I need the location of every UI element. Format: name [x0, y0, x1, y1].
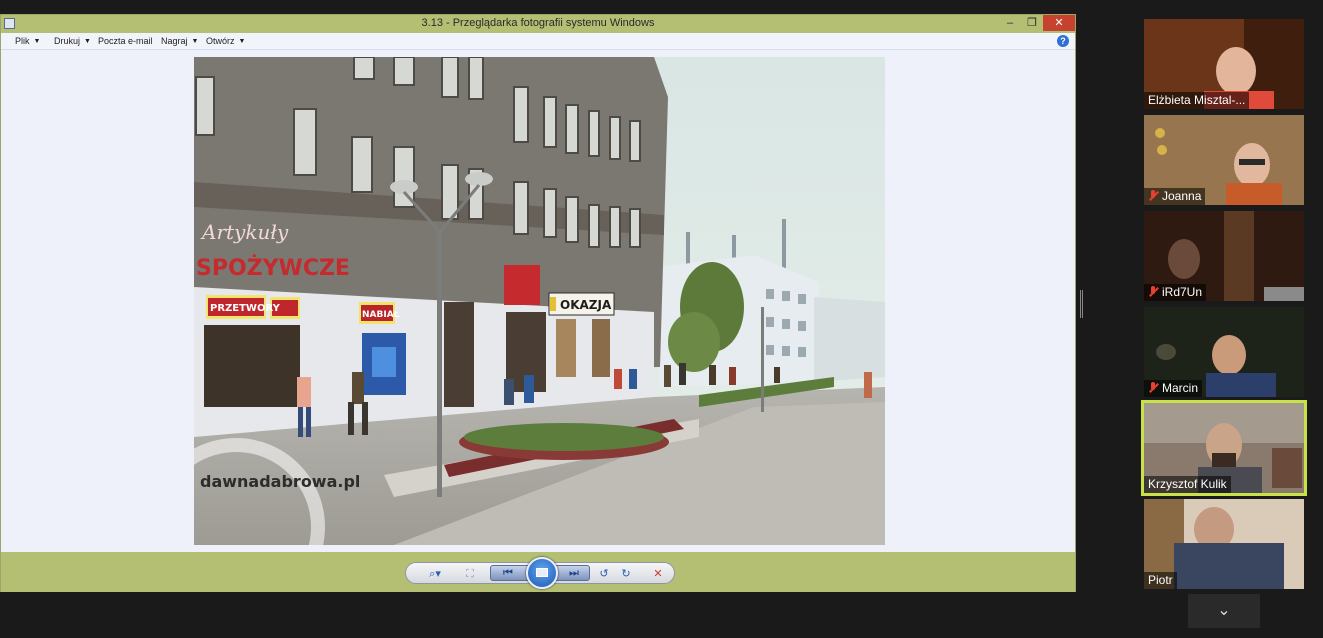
menu-email-label: Poczta e-mail	[98, 36, 153, 46]
participant-tile[interactable]: Elżbieta Misztal-...	[1144, 19, 1304, 109]
displayed-photo: SPOŻYWCZE Artykuły PRZETWORY NABIAŁ OKAZ…	[194, 57, 885, 545]
participant-name: Marcin	[1144, 380, 1203, 397]
menu-print-label: Drukuj	[54, 36, 81, 46]
actual-size-icon[interactable]: ⛶	[462, 566, 478, 582]
participant-name: Joanna	[1144, 188, 1206, 205]
rotate-ccw-icon[interactable]: ↺	[596, 566, 612, 582]
menu-burn[interactable]: Nagraj ▼	[161, 36, 198, 46]
sign-artykuly: Artykuły	[200, 220, 289, 244]
slideshow-button[interactable]	[526, 557, 558, 589]
chevron-down-icon: ▼	[191, 37, 199, 45]
participant-tile[interactable]: Piotr	[1144, 499, 1304, 589]
sign-okazja: OKAZJA	[560, 298, 612, 312]
photo-watermark: dawnadabrowa.pl	[200, 472, 360, 491]
slideshow-icon	[536, 568, 548, 577]
sign-nabial: NABIAŁ	[362, 310, 400, 320]
rotate-cw-icon[interactable]: ↻	[618, 566, 634, 582]
menu-bar: Plik ▼ Drukuj ▼ Poczta e-mail Nagraj ▼ O…	[1, 33, 1075, 50]
participant-tile[interactable]: iRd7Un	[1144, 211, 1304, 301]
participant-name: Elżbieta Misztal-...	[1144, 92, 1250, 109]
menu-file-label: Plik	[15, 36, 30, 46]
next-icon[interactable]: ⏭	[565, 565, 583, 581]
menu-print[interactable]: Drukuj ▼	[54, 36, 91, 46]
window-title: 3.13 - Przeglądarka fotografii systemu W…	[421, 17, 655, 29]
chevron-down-icon: ▼	[238, 37, 246, 45]
participant-name: Piotr	[1144, 572, 1177, 589]
menu-open-label: Otwórz	[206, 36, 235, 46]
street-photo-illustration: SPOŻYWCZE Artykuły PRZETWORY NABIAŁ OKAZ…	[194, 57, 885, 545]
maximize-button[interactable]: ❐	[1021, 15, 1043, 31]
muted-mic-icon	[1148, 190, 1158, 202]
menu-file[interactable]: Plik ▼	[15, 36, 40, 46]
participant-tile[interactable]: Joanna	[1144, 115, 1304, 205]
menu-email[interactable]: Poczta e-mail	[98, 36, 153, 46]
chevron-down-icon[interactable]: ⌄	[1188, 594, 1260, 628]
delete-icon[interactable]: ✕	[650, 566, 666, 582]
participant-name: iRd7Un	[1144, 284, 1207, 301]
close-button[interactable]: ✕	[1043, 15, 1075, 31]
participant-tile[interactable]: Marcin	[1144, 307, 1304, 397]
panel-resize-handle[interactable]	[1080, 290, 1083, 318]
muted-mic-icon	[1148, 286, 1158, 298]
muted-mic-icon	[1148, 382, 1158, 394]
title-bar[interactable]: 3.13 - Przeglądarka fotografii systemu W…	[1, 15, 1075, 33]
minimize-button[interactable]: –	[999, 15, 1021, 31]
chevron-down-icon: ▼	[33, 37, 41, 45]
image-view-area: SPOŻYWCZE Artykuły PRZETWORY NABIAŁ OKAZ…	[1, 50, 1075, 552]
sign-przetwory: PRZETWORY	[210, 303, 281, 314]
participants-panel: Elżbieta Misztal-... Joanna iRd7Un Marci…	[1140, 0, 1323, 638]
zoom-icon[interactable]: ⌕▾	[422, 566, 448, 582]
participant-name: Krzysztof Kulik	[1144, 476, 1231, 493]
previous-icon[interactable]: ⏮	[499, 565, 517, 581]
menu-open[interactable]: Otwórz ▼	[206, 36, 245, 46]
menu-burn-label: Nagraj	[161, 36, 188, 46]
chevron-down-icon: ▼	[84, 37, 91, 45]
sign-spozywcze: SPOŻYWCZE	[196, 255, 350, 281]
help-icon[interactable]: ?	[1057, 35, 1069, 47]
viewer-controls: ⌕▾ ⛶ ⏮ ⏭ ↺ ↻ ✕	[405, 557, 675, 589]
viewer-toolbar: ⌕▾ ⛶ ⏮ ⏭ ↺ ↻ ✕	[1, 552, 1075, 592]
participant-tile-active[interactable]: Krzysztof Kulik	[1141, 400, 1307, 496]
photo-viewer-window: 3.13 - Przeglądarka fotografii systemu W…	[0, 14, 1076, 592]
